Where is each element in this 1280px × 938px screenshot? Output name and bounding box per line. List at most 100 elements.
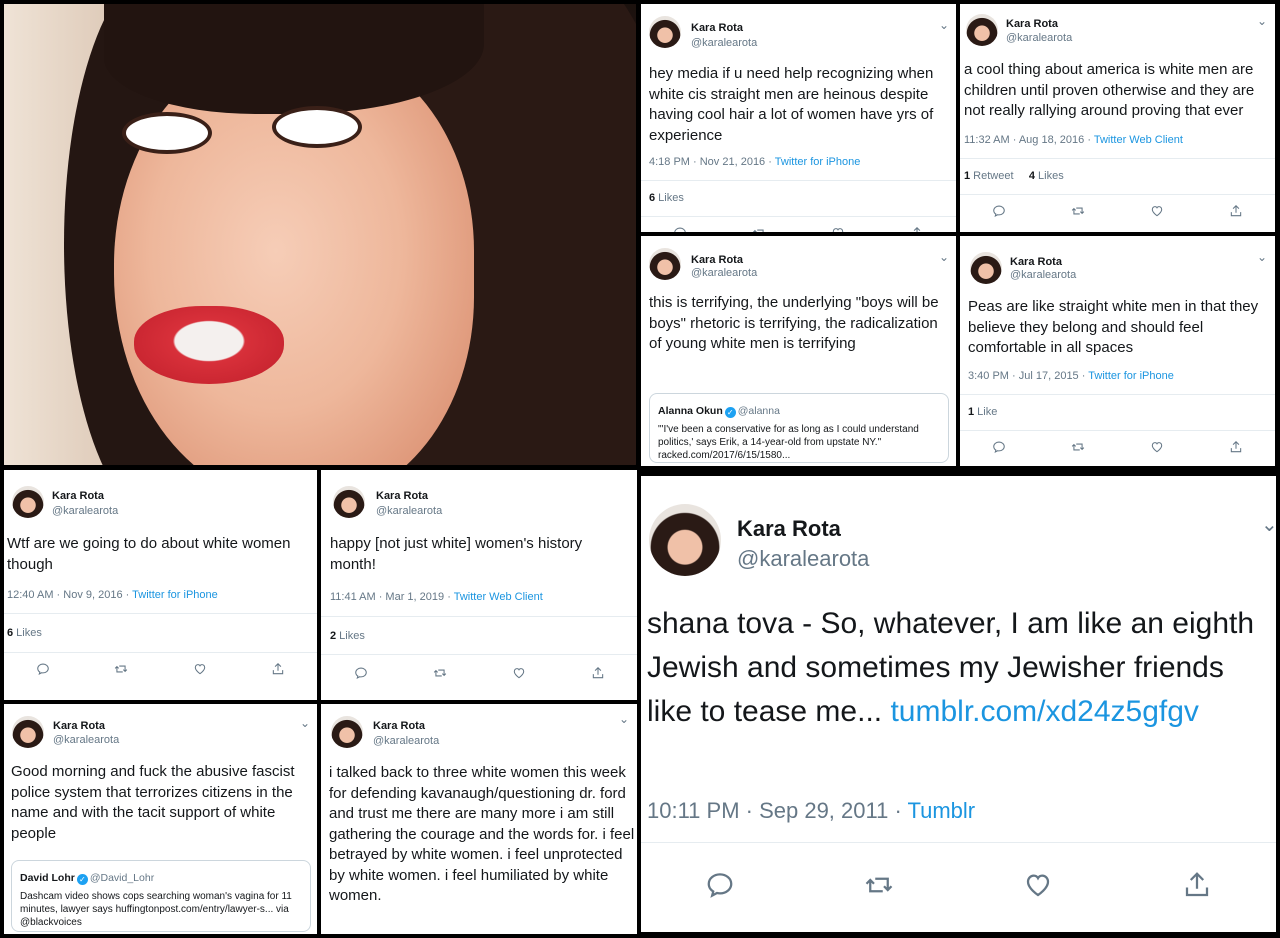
author-name[interactable]: Kara Rota — [376, 490, 428, 502]
likes-count[interactable]: 6 Likes — [649, 192, 684, 204]
author-name[interactable]: Kara Rota — [1010, 256, 1062, 268]
like-icon[interactable] — [831, 226, 845, 232]
author-name[interactable]: Kara Rota — [691, 22, 743, 34]
like-icon[interactable] — [1023, 870, 1053, 900]
chevron-down-icon[interactable]: ⌄ — [1257, 250, 1267, 264]
retweet-icon[interactable] — [752, 226, 766, 232]
tweet-card[interactable]: Kara Rota @karalearota happy [not just w… — [321, 470, 637, 700]
author-handle[interactable]: @karalearota — [1010, 269, 1076, 281]
author-name[interactable]: Kara Rota — [691, 254, 743, 266]
quoted-author-handle: @David_Lohr — [89, 872, 155, 884]
avatar[interactable] — [970, 252, 1002, 284]
author-handle[interactable]: @karalearota — [373, 735, 439, 747]
author-name[interactable]: Kara Rota — [1006, 18, 1058, 30]
tweet-card[interactable]: Kara Rota @karalearota ⌄ shana tova - So… — [641, 476, 1276, 932]
photo-left-eye — [122, 112, 212, 154]
reply-icon[interactable] — [992, 204, 1006, 218]
avatar[interactable] — [966, 14, 998, 46]
tweet-card[interactable]: Kara Rota @karalearota ⌄ i talked back t… — [321, 704, 637, 934]
chevron-down-icon[interactable]: ⌄ — [939, 250, 949, 264]
share-icon[interactable] — [910, 226, 924, 232]
author-name[interactable]: Kara Rota — [52, 490, 104, 502]
author-name[interactable]: Kara Rota — [737, 516, 841, 542]
likes-count[interactable]: 2 Likes — [330, 630, 365, 642]
author-handle[interactable]: @karalearota — [737, 546, 869, 572]
quoted-tweet[interactable]: David Lohr ✓ @David_Lohr Dashcam video sho… — [11, 860, 311, 932]
profile-photo — [4, 4, 636, 465]
chevron-down-icon[interactable]: ⌄ — [1257, 14, 1267, 28]
avatar[interactable] — [649, 504, 721, 576]
chevron-down-icon[interactable]: ⌄ — [619, 712, 629, 726]
author-handle[interactable]: @karalearota — [1006, 32, 1072, 44]
like-icon[interactable] — [1150, 440, 1164, 454]
likes-count[interactable]: 6 Likes — [7, 627, 42, 639]
tweet-timestamp[interactable]: 11:41 AM · Mar 1, 2019 · Twitter Web Cli… — [330, 591, 543, 603]
share-icon[interactable] — [1229, 440, 1243, 454]
quoted-tweet-text: Dashcam video shows cops searching woman… — [20, 891, 292, 928]
tweet-text: hey media if u need help recognizing whe… — [649, 65, 934, 144]
avatar[interactable] — [649, 16, 681, 48]
tweet-text: this is terrifying, the underlying "boys… — [649, 294, 939, 352]
author-handle[interactable]: @karalearota — [691, 267, 757, 279]
tweet-card[interactable]: Kara Rota @karalearota ⌄ this is terrify… — [641, 236, 956, 466]
reply-icon[interactable] — [673, 226, 687, 232]
author-handle[interactable]: @karalearota — [691, 37, 757, 49]
share-icon[interactable] — [271, 662, 285, 676]
tweet-text: Wtf are we going to do about white women… — [7, 535, 291, 573]
avatar[interactable] — [12, 486, 44, 518]
tweet-timestamp[interactable]: 4:18 PM · Nov 21, 2016 · Twitter for iPh… — [649, 156, 860, 168]
chevron-down-icon[interactable]: ⌄ — [300, 716, 310, 730]
quoted-author-name: Alanna Okun — [658, 405, 723, 417]
tweet-card[interactable]: Kara Rota @karalearota Wtf are we going … — [4, 470, 317, 700]
retweet-icon[interactable] — [1071, 440, 1085, 454]
tweet-card[interactable]: Kara Rota @karalearota ⌄ hey media if u … — [641, 4, 956, 232]
avatar[interactable] — [333, 486, 365, 518]
retweet-icon[interactable] — [433, 666, 447, 680]
tweet-card[interactable]: Kara Rota @karalearota ⌄ Good morning an… — [4, 704, 317, 934]
retweet-icon[interactable] — [864, 870, 894, 900]
tweet-text: happy [not just white] women's history m… — [330, 535, 583, 573]
author-name[interactable]: Kara Rota — [373, 720, 425, 732]
share-icon[interactable] — [1229, 204, 1243, 218]
reply-icon[interactable] — [705, 870, 735, 900]
chevron-down-icon[interactable]: ⌄ — [1261, 512, 1276, 537]
share-icon[interactable] — [591, 666, 605, 680]
tweet-timestamp[interactable]: 11:32 AM · Aug 18, 2016 · Twitter Web Cl… — [964, 134, 1183, 146]
tweet-text: i talked back to three white women this … — [329, 764, 635, 904]
tweet-timestamp[interactable]: 3:40 PM · Jul 17, 2015 · Twitter for iPh… — [968, 370, 1174, 382]
tweet-card[interactable]: Kara Rota @karalearota ⌄ a cool thing ab… — [960, 4, 1275, 232]
verified-badge-icon: ✓ — [724, 407, 736, 418]
reply-icon[interactable] — [36, 662, 50, 676]
retweet-icon[interactable] — [1071, 204, 1085, 218]
tweet-timestamp[interactable]: 10:11 PM · Sep 29, 2011 · Tumblr — [647, 798, 975, 824]
avatar[interactable] — [12, 716, 44, 748]
reply-icon[interactable] — [992, 440, 1006, 454]
share-icon[interactable] — [1182, 870, 1212, 900]
author-handle[interactable]: @karalearota — [376, 505, 442, 517]
avatar[interactable] — [331, 716, 363, 748]
quoted-tweet[interactable]: Alanna Okun ✓ @alanna "'I've been a conser… — [649, 393, 949, 463]
quoted-author-handle: @alanna — [737, 405, 780, 417]
retweet-icon[interactable] — [114, 662, 128, 676]
quoted-tweet-text: "'I've been a conservative for as long a… — [658, 424, 919, 461]
tweet-timestamp[interactable]: 12:40 AM · Nov 9, 2016 · Twitter for iPh… — [7, 589, 218, 601]
verified-badge-icon: ✓ — [76, 874, 88, 885]
quoted-author-name: David Lohr — [20, 872, 75, 884]
author-name[interactable]: Kara Rota — [53, 720, 105, 732]
likes-count[interactable]: 1 Like — [968, 406, 997, 418]
tweet-card[interactable]: Kara Rota @karalearota ⌄ Peas are like s… — [960, 236, 1275, 466]
author-handle[interactable]: @karalearota — [52, 505, 118, 517]
like-icon[interactable] — [512, 666, 526, 680]
photo-right-eye — [272, 106, 362, 148]
chevron-down-icon[interactable]: ⌄ — [939, 18, 949, 32]
tweet-text: shana tova - So, whatever, I am like an … — [647, 607, 1255, 728]
tweet-link[interactable]: tumblr.com/xd24z5gfgv — [890, 695, 1198, 728]
author-handle[interactable]: @karalearota — [53, 734, 119, 746]
like-icon[interactable] — [193, 662, 207, 676]
engagement-stats[interactable]: 1 Retweet 4 Likes — [964, 170, 1064, 182]
tweet-text: Peas are like straight white men in that… — [968, 298, 1259, 356]
reply-icon[interactable] — [354, 666, 368, 680]
avatar[interactable] — [649, 248, 681, 280]
tweet-text: Good morning and fuck the abusive fascis… — [11, 763, 295, 842]
like-icon[interactable] — [1150, 204, 1164, 218]
